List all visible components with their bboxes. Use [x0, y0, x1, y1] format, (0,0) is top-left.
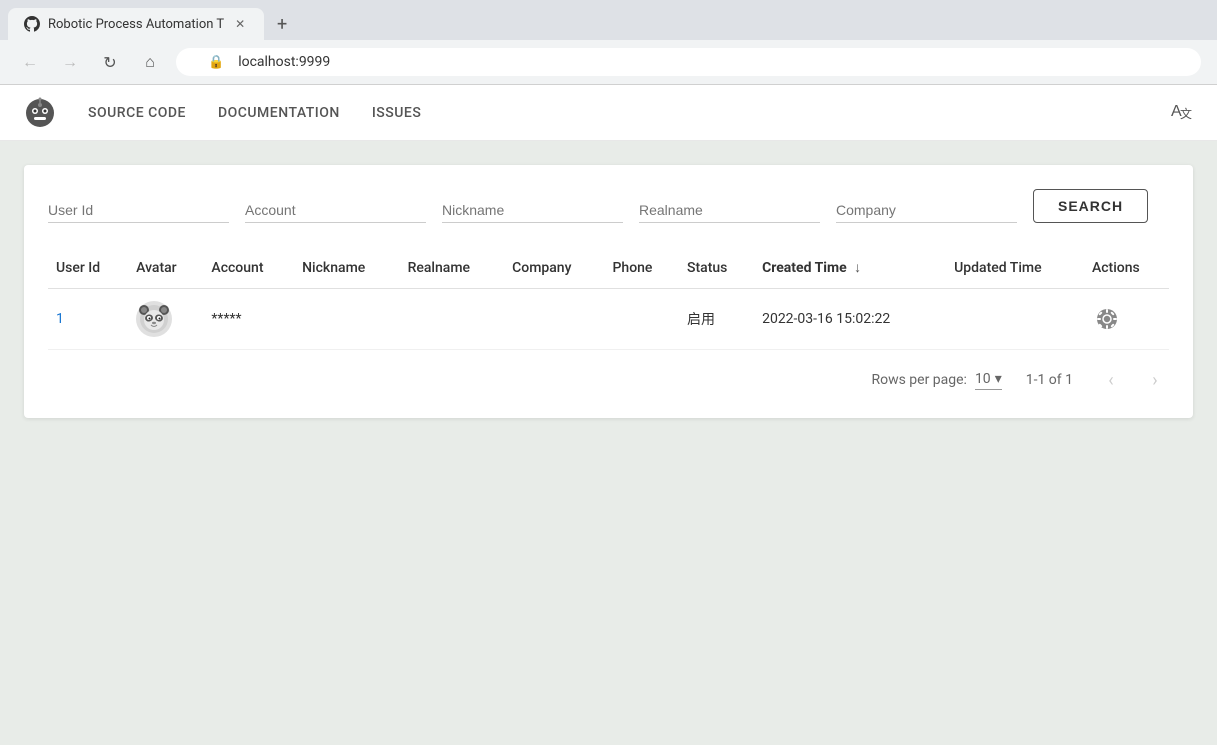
cell-company [504, 289, 604, 350]
col-avatar: Avatar [128, 247, 203, 289]
col-account: Account [203, 247, 294, 289]
settings-action-icon [1096, 308, 1118, 330]
search-button[interactable]: SEARCH [1033, 189, 1148, 223]
translate-icon: A 文 [1169, 98, 1193, 122]
page-info: 1-1 of 1 [1026, 372, 1073, 388]
browser-chrome: Robotic Process Automation T ✕ + ← → ↻ ⌂… [0, 0, 1217, 85]
col-company: Company [504, 247, 604, 289]
tab-title: Robotic Process Automation T [48, 17, 224, 32]
source-code-link[interactable]: SOURCE CODE [88, 101, 186, 125]
forward-icon: → [62, 52, 78, 72]
cell-realname [400, 289, 505, 350]
cell-avatar [128, 289, 203, 350]
next-page-button[interactable]: › [1141, 366, 1169, 394]
tab-close-button[interactable]: ✕ [232, 16, 248, 32]
company-input[interactable] [836, 198, 1017, 223]
cell-status: 启用 [679, 289, 754, 350]
chevron-down-icon: ▾ [995, 371, 1002, 387]
col-status: Status [679, 247, 754, 289]
tab-bar: Robotic Process Automation T ✕ + [0, 0, 1217, 40]
cell-nickname [294, 289, 399, 350]
forward-button[interactable]: → [56, 48, 84, 76]
user-id-filter [48, 198, 229, 223]
rows-per-page: Rows per page: 10 ▾ [871, 371, 1001, 390]
table-row: 1 [48, 289, 1169, 350]
realname-input[interactable] [639, 198, 820, 223]
realname-filter [639, 198, 820, 223]
col-realname: Realname [400, 247, 505, 289]
data-card: SEARCH User Id Avatar Account Nickname [24, 165, 1193, 418]
new-tab-button[interactable]: + [268, 10, 296, 38]
home-icon: ⌂ [145, 52, 155, 72]
lock-icon: 🔒 [208, 55, 224, 70]
sort-desc-icon: ↓ [854, 260, 861, 276]
svg-text:文: 文 [1180, 106, 1192, 121]
cell-updated-time [946, 289, 1084, 350]
chevron-right-icon: › [1152, 370, 1157, 391]
user-id-link[interactable]: 1 [56, 311, 64, 327]
col-nickname: Nickname [294, 247, 399, 289]
rows-per-page-select[interactable]: 10 ▾ [975, 371, 1002, 390]
browser-tab[interactable]: Robotic Process Automation T ✕ [8, 8, 264, 40]
cell-user-id: 1 [48, 289, 128, 350]
col-created-time[interactable]: Created Time ↓ [754, 247, 946, 289]
cell-phone [604, 289, 679, 350]
issues-link[interactable]: ISSUES [372, 101, 421, 125]
col-actions: Actions [1084, 247, 1169, 289]
nickname-filter [442, 198, 623, 223]
address-input[interactable]: 🔒 localhost:9999 [176, 48, 1201, 76]
avatar [136, 301, 172, 337]
cell-created-time: 2022-03-16 15:02:22 [754, 289, 946, 350]
cell-account: ***** [203, 289, 294, 350]
robot-icon [24, 97, 56, 129]
nav-links: SOURCE CODE DOCUMENTATION ISSUES [88, 101, 1169, 125]
back-button[interactable]: ← [16, 48, 44, 76]
chevron-left-icon: ‹ [1108, 370, 1113, 391]
rows-per-page-value: 10 [975, 371, 991, 387]
user-id-input[interactable] [48, 198, 229, 223]
reload-button[interactable]: ↻ [96, 48, 124, 76]
reload-icon: ↻ [103, 53, 116, 72]
github-icon [24, 16, 40, 32]
col-updated-time: Updated Time [946, 247, 1084, 289]
action-button[interactable] [1092, 304, 1122, 334]
prev-page-button[interactable]: ‹ [1097, 366, 1125, 394]
cell-actions [1084, 289, 1169, 350]
translate-button[interactable]: A 文 [1169, 98, 1193, 127]
documentation-link[interactable]: DOCUMENTATION [218, 101, 340, 125]
account-input[interactable] [245, 198, 426, 223]
address-bar: ← → ↻ ⌂ 🔒 localhost:9999 [0, 40, 1217, 84]
data-table: User Id Avatar Account Nickname Realname [48, 247, 1169, 350]
panda-avatar-svg [138, 303, 170, 335]
account-filter [245, 198, 426, 223]
back-icon: ← [22, 52, 38, 72]
app-nav: SOURCE CODE DOCUMENTATION ISSUES A 文 [0, 85, 1217, 141]
table-body: 1 [48, 289, 1169, 350]
search-filters: SEARCH [48, 189, 1169, 223]
table-header: User Id Avatar Account Nickname Realname [48, 247, 1169, 289]
url-text: localhost:9999 [238, 54, 330, 70]
pagination-bar: Rows per page: 10 ▾ 1-1 of 1 ‹ › [48, 366, 1169, 394]
col-phone: Phone [604, 247, 679, 289]
col-user-id: User Id [48, 247, 128, 289]
home-button[interactable]: ⌂ [136, 48, 164, 76]
rows-per-page-label: Rows per page: [871, 372, 966, 388]
nickname-input[interactable] [442, 198, 623, 223]
app-logo [24, 97, 56, 129]
company-filter [836, 198, 1017, 223]
main-content: SEARCH User Id Avatar Account Nickname [0, 141, 1217, 442]
